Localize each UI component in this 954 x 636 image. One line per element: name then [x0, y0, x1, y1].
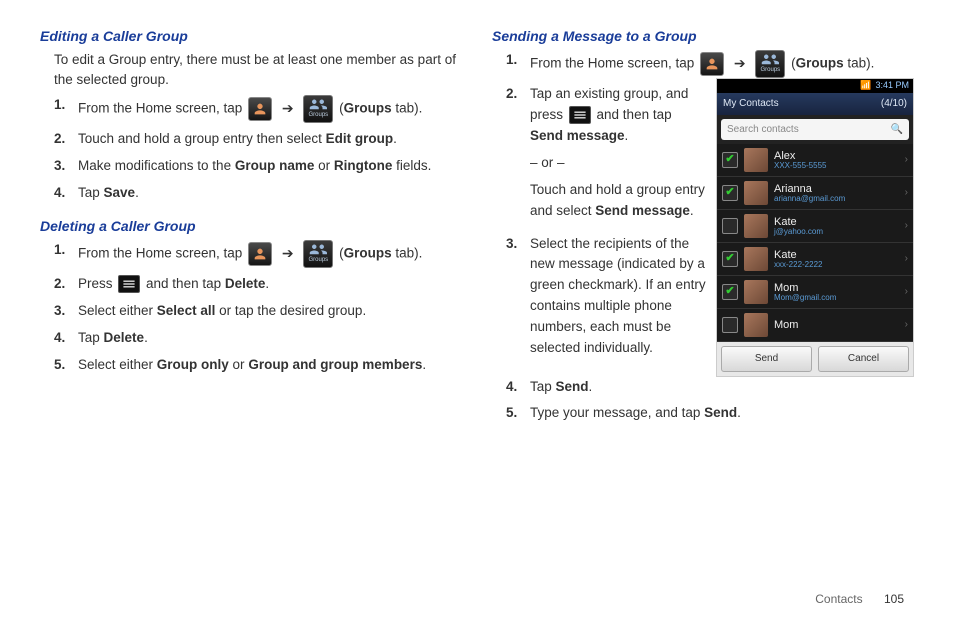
contact-icon	[248, 97, 272, 121]
sending-step-5: 5.Type your message, and tap Send.	[530, 403, 914, 424]
heading-editing: Editing a Caller Group	[40, 28, 462, 44]
sending-step-1: 1. From the Home screen, tap ➔ Groups (G…	[530, 50, 914, 78]
contact-name: Mom	[774, 282, 905, 294]
contact-checkbox[interactable]	[722, 284, 738, 300]
chevron-right-icon: ›	[905, 152, 908, 168]
contact-icon	[248, 242, 272, 266]
deleting-step-2: 2. Press and then tap Delete.	[78, 274, 462, 295]
sending-steps: 1. From the Home screen, tap ➔ Groups (G…	[492, 50, 914, 424]
editing-intro: To edit a Group entry, there must be at …	[40, 50, 462, 89]
groups-icon: Groups	[303, 95, 333, 123]
sending-step-3: 3. Select the recipients of the new mess…	[530, 234, 706, 360]
contact-row[interactable]: Katej@yahoo.com›	[717, 210, 913, 243]
footer-page-number: 105	[884, 592, 904, 606]
footer-section: Contacts	[815, 592, 862, 606]
contact-icon	[700, 52, 724, 76]
arrow-icon: ➔	[734, 55, 746, 71]
deleting-step-4: 4.Tap Delete.	[78, 328, 462, 349]
search-contacts-input[interactable]: Search contacts 🔍	[721, 119, 909, 141]
deleting-steps: 1. From the Home screen, tap ➔ Groups (G…	[40, 240, 462, 376]
deleting-step-5: 5.Select either Group only or Group and …	[78, 355, 462, 376]
contact-name: Kate	[774, 249, 905, 261]
chevron-right-icon: ›	[905, 185, 908, 201]
avatar	[744, 280, 768, 304]
groups-icon: Groups	[755, 50, 785, 78]
phone-buttons: Send Cancel	[717, 342, 913, 376]
phone-contact-list: AlexXXX-555-5555›Ariannaarianna@gmail.co…	[717, 144, 913, 342]
sending-step-2-3-wrap: 2. Tap an existing group, and press and …	[530, 84, 914, 377]
page-columns: Editing a Caller Group To edit a Group e…	[40, 28, 914, 430]
avatar	[744, 247, 768, 271]
chevron-right-icon: ›	[905, 317, 908, 333]
contact-detail: Mom@gmail.com	[774, 294, 905, 303]
contact-checkbox[interactable]	[722, 251, 738, 267]
contact-name: Arianna	[774, 183, 905, 195]
search-icon: 🔍	[891, 122, 903, 138]
phone-screenshot: 📶 3:41 PM My Contacts (4/10) Search cont…	[716, 78, 914, 377]
deleting-step-3: 3.Select either Select all or tap the de…	[78, 301, 462, 322]
phone-search-bar: Search contacts 🔍	[717, 115, 913, 145]
contact-checkbox[interactable]	[722, 218, 738, 234]
left-column: Editing a Caller Group To edit a Group e…	[40, 28, 462, 430]
contact-row[interactable]: AlexXXX-555-5555›	[717, 144, 913, 177]
page-footer: Contacts 105	[815, 592, 904, 606]
editing-steps: 1. From the Home screen, tap ➔ Groups (G…	[40, 95, 462, 204]
editing-step-4: 4.Tap Save.	[78, 183, 462, 204]
menu-icon	[569, 106, 591, 124]
editing-step-2: 2.Touch and hold a group entry then sele…	[78, 129, 462, 150]
contact-checkbox[interactable]	[722, 317, 738, 333]
heading-sending: Sending a Message to a Group	[492, 28, 914, 44]
menu-icon	[118, 275, 140, 293]
arrow-icon: ➔	[282, 100, 294, 116]
right-column: Sending a Message to a Group 1. From the…	[492, 28, 914, 430]
chevron-right-icon: ›	[905, 218, 908, 234]
contact-name: Alex	[774, 150, 905, 162]
phone-status-bar: 📶 3:41 PM	[717, 79, 913, 93]
signal-icon: 📶	[860, 79, 871, 93]
contact-detail: j@yahoo.com	[774, 228, 905, 237]
contact-detail: XXX-555-5555	[774, 162, 905, 171]
contact-row[interactable]: Katexxx-222-2222›	[717, 243, 913, 276]
contact-name: Mom	[774, 319, 905, 331]
avatar	[744, 214, 768, 238]
phone-cancel-button[interactable]: Cancel	[818, 346, 909, 372]
contact-row[interactable]: MomMom@gmail.com›	[717, 276, 913, 309]
sending-step-2: 2. Tap an existing group, and press and …	[530, 84, 706, 222]
contact-row[interactable]: Ariannaarianna@gmail.com›	[717, 177, 913, 210]
phone-header: My Contacts (4/10)	[717, 93, 913, 115]
contact-name: Kate	[774, 216, 905, 228]
contact-checkbox[interactable]	[722, 185, 738, 201]
contact-row[interactable]: Mom›	[717, 309, 913, 342]
contact-detail: arianna@gmail.com	[774, 195, 905, 204]
avatar	[744, 148, 768, 172]
contact-detail: xxx-222-2222	[774, 261, 905, 270]
sending-step-4: 4.Tap Send.	[530, 377, 914, 398]
deleting-step-1: 1. From the Home screen, tap ➔ Groups (G…	[78, 240, 462, 268]
arrow-icon: ➔	[282, 245, 294, 261]
groups-icon: Groups	[303, 240, 333, 268]
phone-send-button[interactable]: Send	[721, 346, 812, 372]
heading-deleting: Deleting a Caller Group	[40, 218, 462, 234]
contact-checkbox[interactable]	[722, 152, 738, 168]
chevron-right-icon: ›	[905, 284, 908, 300]
avatar	[744, 313, 768, 337]
avatar	[744, 181, 768, 205]
editing-step-3: 3.Make modifications to the Group name o…	[78, 156, 462, 177]
chevron-right-icon: ›	[905, 251, 908, 267]
editing-step-1: 1. From the Home screen, tap ➔ Groups (G…	[78, 95, 462, 123]
